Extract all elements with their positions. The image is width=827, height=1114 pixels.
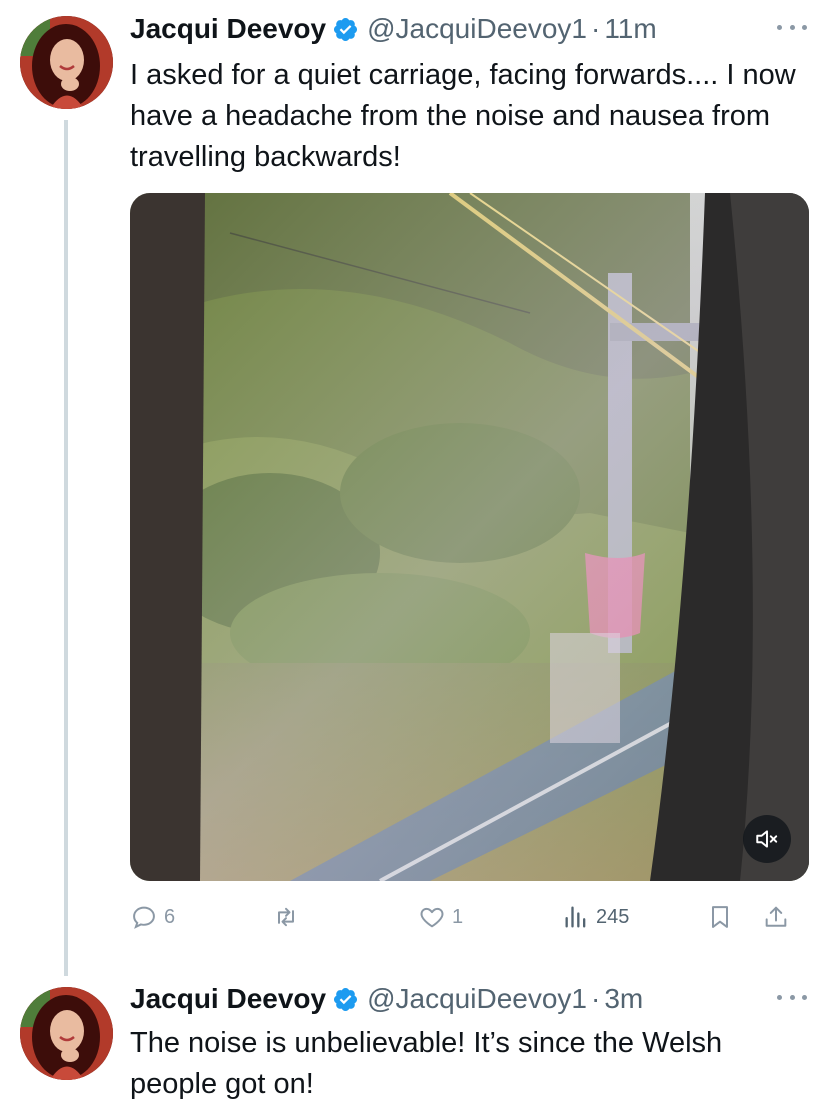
share-icon (765, 906, 787, 927)
bookmark-button[interactable] (706, 895, 734, 939)
verified-badge-icon (332, 16, 359, 43)
timestamp[interactable]: 3m (604, 983, 643, 1015)
avatar[interactable] (20, 987, 113, 1080)
like-icon (420, 907, 444, 928)
bookmark-icon (712, 906, 728, 928)
volume-muted-icon (756, 830, 778, 848)
tweet[interactable]: Jacqui Deevoy @JacquiDeevoy1 · 3m The no… (0, 975, 827, 1114)
like-count: 1 (452, 905, 464, 928)
view-count: 245 (596, 905, 630, 928)
display-name[interactable]: Jacqui Deevoy (130, 13, 326, 45)
reply-count: 6 (164, 905, 176, 928)
mute-toggle-button[interactable] (743, 815, 791, 863)
tweet-text: I asked for a quiet carriage, facing for… (130, 59, 796, 173)
tweet-header: Jacqui Deevoy @JacquiDeevoy1 · 11m (130, 11, 807, 47)
video-frame (130, 193, 809, 881)
like-button[interactable]: 1 (418, 895, 463, 939)
display-name[interactable]: Jacqui Deevoy (130, 983, 326, 1015)
separator-dot: · (590, 13, 601, 44)
retweet-icon (278, 907, 294, 927)
avatar[interactable] (20, 16, 113, 109)
handle[interactable]: @JacquiDeevoy1 (367, 13, 587, 45)
more-icon[interactable] (777, 987, 807, 1007)
handle[interactable]: @JacquiDeevoy1 (367, 983, 587, 1015)
verified-badge-icon (332, 986, 359, 1013)
separator-dot: · (590, 983, 601, 1014)
reply-button[interactable]: 6 (130, 895, 175, 939)
reply-icon (133, 906, 155, 929)
more-icon[interactable] (777, 17, 807, 37)
tweet-header: Jacqui Deevoy @JacquiDeevoy1 · 3m (130, 981, 807, 1017)
tweet-actions: 6 1 245 (130, 895, 810, 939)
views-icon (565, 906, 586, 928)
share-button[interactable] (762, 895, 790, 939)
thread-line (64, 120, 68, 976)
retweet-button[interactable] (272, 895, 306, 939)
tweet[interactable]: Jacqui Deevoy @JacquiDeevoy1 · 11m I ask… (0, 0, 827, 976)
timestamp[interactable]: 11m (604, 13, 656, 45)
tweet-text: The noise is unbelievable! It’s since th… (130, 1027, 723, 1100)
views-button[interactable]: 245 (562, 895, 629, 939)
video-player[interactable] (130, 193, 809, 881)
